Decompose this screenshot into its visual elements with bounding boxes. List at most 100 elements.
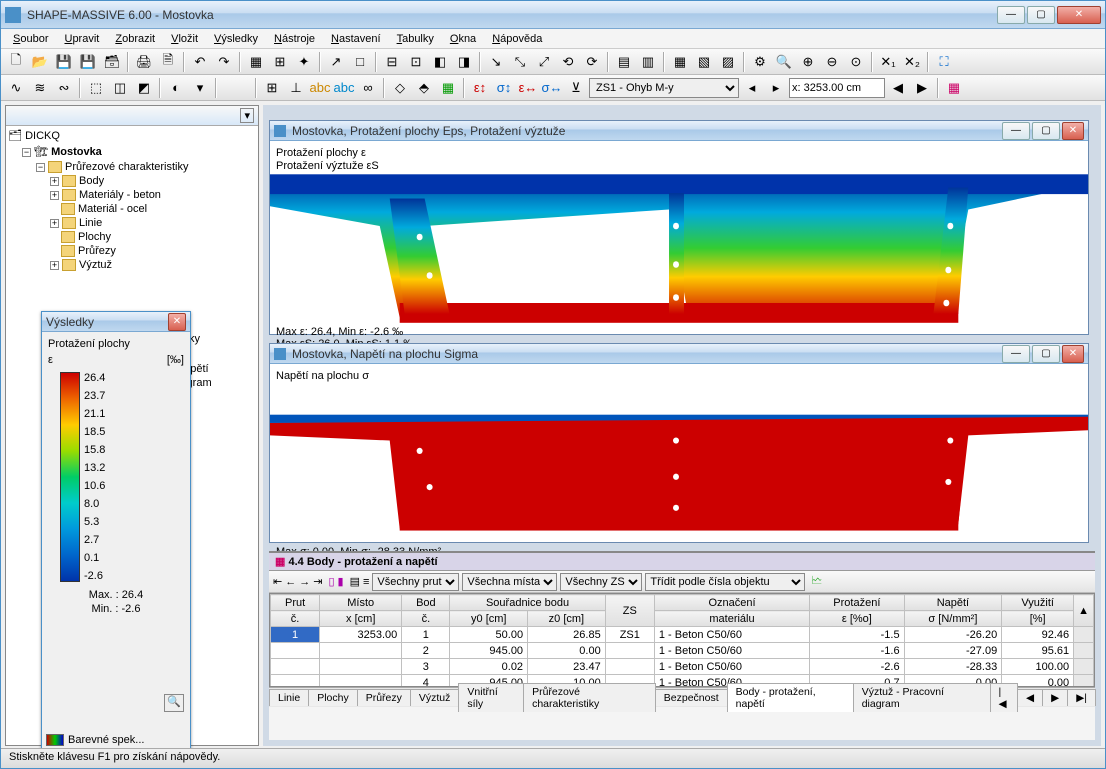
filter-prut[interactable]: Všechny prut [372, 573, 459, 591]
grid-icon[interactable]: ▦ [245, 51, 267, 73]
tab-nav-prev-icon[interactable]: ◀ [1017, 689, 1043, 706]
tree-group-chars[interactable]: −Průřezové charakteristiky [36, 160, 256, 174]
stress-chart[interactable]: Napětí na plochu σ Max σ: 0.00, Min σ: -… [270, 364, 1088, 562]
legend-settings-icon[interactable]: 🔍 [164, 694, 184, 712]
tab-chars[interactable]: Průřezové charakteristiky [523, 683, 656, 712]
win-min-button[interactable]: — [1002, 122, 1030, 140]
undo-icon[interactable]: ↶ [189, 51, 211, 73]
t2-o-icon[interactable]: ▦ [437, 77, 459, 99]
win-max-button[interactable]: ▢ [1032, 122, 1060, 140]
tbl-export-icon[interactable]: 🗠 [811, 572, 822, 591]
close-button[interactable]: ✕ [1057, 6, 1101, 24]
tool-n-icon[interactable]: ▥ [637, 51, 659, 73]
tree-mat-ocel[interactable]: Materiál - ocel [50, 202, 256, 216]
filter-zs[interactable]: Všechny ZS [560, 573, 642, 591]
expand-icon[interactable]: + [50, 191, 59, 200]
snap-icon[interactable]: ⊞ [269, 51, 291, 73]
new-icon[interactable]: 🗋 [5, 51, 27, 73]
tab-vyztuz[interactable]: Výztuž [410, 689, 460, 706]
tbl-prev-icon[interactable]: ← [285, 576, 296, 588]
tab-plochy[interactable]: Plochy [308, 689, 358, 706]
minimize-button[interactable]: — [997, 6, 1025, 24]
t2-c-icon[interactable]: ∾ [53, 77, 75, 99]
t2-k-icon[interactable]: abc [333, 77, 355, 99]
menu-upravit[interactable]: Upravit [56, 31, 107, 47]
tbl-t2-icon[interactable]: ▮ [338, 575, 344, 588]
menu-okna[interactable]: Okna [442, 31, 484, 47]
t2-s-icon[interactable]: σ↔ [541, 77, 563, 99]
t2-a-icon[interactable]: ∿ [5, 77, 27, 99]
tool-u-icon[interactable]: ⛶ [933, 51, 955, 73]
tree-vyztuz[interactable]: +Výztuž [50, 258, 256, 272]
tree-plochy[interactable]: Plochy [50, 230, 256, 244]
expand-icon[interactable]: + [50, 261, 59, 270]
tool-i-icon[interactable]: ⤡ [509, 51, 531, 73]
tree-mat-beton[interactable]: +Materiály - beton [50, 188, 256, 202]
loadcase-select[interactable]: ZS1 - Ohyb M-y [589, 78, 739, 98]
t2-l-icon[interactable]: ∞ [357, 77, 379, 99]
tool-s-icon[interactable]: ✕₁ [877, 51, 899, 73]
nav-left-icon[interactable]: ◀ [887, 77, 909, 99]
tab-nav-last-icon[interactable]: ▶| [1067, 689, 1096, 706]
t2-f-icon[interactable]: ◩ [133, 77, 155, 99]
t2-d-icon[interactable]: ⬚ [85, 77, 107, 99]
filter-mista[interactable]: Všechna místa [462, 573, 557, 591]
t2-h-icon[interactable]: ▾ [189, 77, 211, 99]
tool-c-icon[interactable]: □ [349, 51, 371, 73]
t2-b-icon[interactable]: ≋ [29, 77, 51, 99]
tab-diagram[interactable]: Výztuž - Pracovní diagram [853, 683, 991, 712]
next-lc-icon[interactable]: ▸ [765, 77, 787, 99]
win-max-button[interactable]: ▢ [1032, 345, 1060, 363]
legend-close-button[interactable]: ✕ [168, 313, 186, 331]
tool-t-icon[interactable]: ✕₂ [901, 51, 923, 73]
t2-n-icon[interactable]: ⬘ [413, 77, 435, 99]
tbl-t1-icon[interactable]: ▯ [328, 575, 334, 588]
tool-r-icon[interactable]: 🔍 [773, 51, 795, 73]
tool-b-icon[interactable]: ↗ [325, 51, 347, 73]
menu-soubor[interactable]: Soubor [5, 31, 56, 47]
tab-nav-next-icon[interactable]: ▶ [1042, 689, 1068, 706]
redo-icon[interactable]: ↷ [213, 51, 235, 73]
tool-a-icon[interactable]: ✦ [293, 51, 315, 73]
expand-icon[interactable]: + [50, 219, 59, 228]
open-icon[interactable]: 📂 [29, 51, 51, 73]
coord-input[interactable] [789, 78, 885, 98]
save-icon[interactable]: 💾 [53, 51, 75, 73]
table-row[interactable]: 13253.00150.0026.85ZS11 - Beton C50/60-1… [271, 627, 1094, 643]
t2-t-icon[interactable]: ⊻ [565, 77, 587, 99]
axis-icon[interactable]: ⊥ [285, 77, 307, 99]
table-row[interactable]: 2945.000.001 - Beton C50/60-1.6-27.0995.… [271, 643, 1094, 659]
win-close-button[interactable]: ✕ [1062, 345, 1084, 363]
menu-napoveda[interactable]: Nápověda [484, 31, 550, 47]
t2-i-icon[interactable]: ⊞ [261, 77, 283, 99]
prev-lc-icon[interactable]: ◂ [741, 77, 763, 99]
tool-m-icon[interactable]: ▤ [613, 51, 635, 73]
tree-linie[interactable]: +Linie [50, 216, 256, 230]
tbl-first-icon[interactable]: ⇤ [273, 575, 282, 588]
t2-j-icon[interactable]: abc [309, 77, 331, 99]
tool-q-icon[interactable]: ▨ [717, 51, 739, 73]
tool-h-icon[interactable]: ↘ [485, 51, 507, 73]
sort-select[interactable]: Třídit podle čísla objektu [645, 573, 805, 591]
menu-zobrazit[interactable]: Zobrazit [107, 31, 163, 47]
results-legend-window[interactable]: Výsledky ✕ Protažení plochy ε[‰] 26.423.… [41, 311, 191, 749]
preview-icon[interactable]: 🗎 [157, 51, 179, 73]
tool-f-icon[interactable]: ◧ [429, 51, 451, 73]
main-titlebar[interactable]: SHAPE-MASSIVE 6.00 - Mostovka — ▢ ✕ [1, 1, 1105, 29]
results-grid[interactable]: Prut Místo Bod Souřadnice bodu ZS Označe… [269, 593, 1095, 687]
tool-l-icon[interactable]: ⟳ [581, 51, 603, 73]
win-min-button[interactable]: — [1002, 345, 1030, 363]
menu-vlozit[interactable]: Vložit [163, 31, 206, 47]
table-row[interactable]: 30.0223.471 - Beton C50/60-2.6-28.33100.… [271, 659, 1094, 675]
zoom-out-icon[interactable]: ⊖ [821, 51, 843, 73]
tool-k-icon[interactable]: ⟲ [557, 51, 579, 73]
print-icon[interactable]: 🖨 [133, 51, 155, 73]
tool-j-icon[interactable]: ⤢ [533, 51, 555, 73]
tool-g-icon[interactable]: ◨ [453, 51, 475, 73]
t2-g-icon[interactable]: ◐ [165, 77, 187, 99]
tree-body[interactable]: +Body [50, 174, 256, 188]
tool-p-icon[interactable]: ▧ [693, 51, 715, 73]
tab-linie[interactable]: Linie [269, 689, 309, 706]
tab-sily[interactable]: Vnitřní síly [458, 683, 524, 712]
nav-right-icon[interactable]: ▶ [911, 77, 933, 99]
